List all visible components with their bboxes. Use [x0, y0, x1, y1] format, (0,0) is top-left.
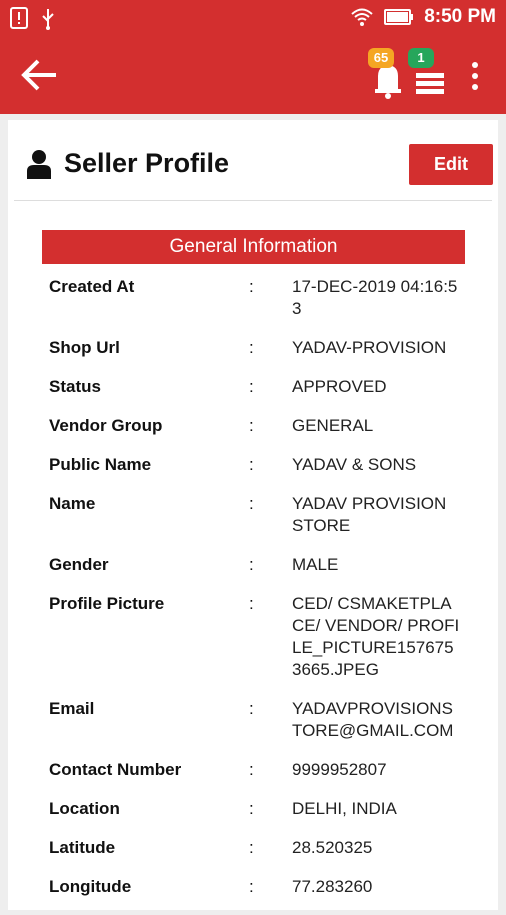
info-value: CED/ CSMAKETPLACE/ VENDOR/ PROFILE_PICTU…: [292, 594, 460, 679]
info-label: Contact Number: [49, 760, 182, 779]
wifi-icon: [351, 8, 373, 26]
info-label: Longitude: [49, 877, 132, 896]
info-label: Gender: [49, 555, 109, 574]
section-title: General Information: [42, 230, 465, 264]
info-label: Created At: [49, 277, 135, 296]
info-value: 9999952807: [292, 760, 387, 779]
info-row: Public Name: YADAV & SONS: [49, 454, 469, 476]
edit-button[interactable]: Edit: [409, 144, 493, 185]
info-separator: :: [249, 799, 254, 818]
info-label: Vendor Group: [49, 416, 163, 435]
info-value: YADAVPROVISIONSTORE@GMAIL.COM: [292, 699, 454, 740]
info-row: Created At: 17-DEC-2019 04:16:53: [49, 276, 469, 320]
info-list: Created At: 17-DEC-2019 04:16:53 Shop Url:…: [49, 276, 469, 915]
info-label: Latitude: [49, 838, 116, 857]
info-row: Latitude: 28.520325: [49, 837, 469, 859]
status-time: 8:50 PM: [424, 6, 496, 27]
info-row: Gender: MALE: [49, 554, 469, 576]
info-row: Status: APPROVED: [49, 376, 469, 398]
info-row: Shop Url: YADAV-PROVISION: [49, 337, 469, 359]
info-row: Email: YADAVPROVISIONSTORE@GMAIL.COM: [49, 698, 469, 742]
info-separator: :: [249, 838, 254, 857]
info-value: 77.283260: [292, 877, 373, 896]
info-value: YADAV PROVISION STORE: [292, 494, 447, 535]
list-icon[interactable]: [414, 68, 446, 98]
info-separator: :: [249, 760, 254, 779]
info-label: Name: [49, 494, 96, 513]
more-vertical-icon[interactable]: [464, 60, 486, 92]
profile-card: Seller Profile Edit General Information …: [8, 120, 498, 910]
info-separator: :: [249, 277, 254, 296]
info-row: Name: YADAV PROVISION STORE: [49, 493, 469, 537]
info-value: DELHI, INDIA: [292, 799, 397, 818]
info-separator: :: [249, 555, 254, 574]
info-row: Location: DELHI, INDIA: [49, 798, 469, 820]
info-separator: :: [249, 416, 254, 435]
info-label: Profile Picture: [49, 594, 165, 613]
info-separator: :: [249, 877, 254, 896]
info-label: Email: [49, 699, 95, 718]
notification-count-badge: 65: [368, 48, 394, 68]
info-label: Location: [49, 799, 120, 818]
info-label: Status: [49, 377, 101, 396]
info-value: 17-DEC-2019 04:16:53: [292, 277, 458, 318]
info-value: YADAV & SONS: [292, 455, 417, 474]
page-title: Seller Profile: [64, 148, 230, 178]
list-count-badge: 1: [408, 48, 434, 68]
info-separator: :: [249, 699, 254, 718]
info-separator: :: [249, 455, 254, 474]
divider: [14, 200, 492, 201]
info-separator: :: [249, 338, 254, 357]
info-value: GENERAL: [292, 416, 374, 435]
alert-icon: [10, 7, 28, 29]
battery-icon: [384, 9, 414, 25]
info-row: Longitude: 77.283260: [49, 876, 469, 898]
back-arrow-icon[interactable]: [20, 58, 60, 92]
info-label: Shop Url: [49, 338, 120, 357]
info-value: 28.520325: [292, 838, 373, 857]
status-bar: 8:50 PM: [0, 0, 506, 36]
info-row: Profile Picture: CED/ CSMAKETPLACE/ VENDO…: [49, 593, 469, 681]
info-label: Public Name: [49, 455, 152, 474]
profile-header: Seller Profile Edit: [8, 120, 498, 200]
app-bar: 65 1: [0, 36, 506, 114]
info-separator: :: [249, 494, 254, 513]
usb-icon: [42, 9, 54, 30]
info-value: YADAV-PROVISION: [292, 338, 447, 357]
info-row: Contact Number: 9999952807: [49, 759, 469, 781]
info-separator: :: [249, 377, 254, 396]
info-value: MALE: [292, 555, 339, 574]
info-separator: :: [249, 594, 254, 613]
person-icon: [27, 150, 51, 179]
info-row: Vendor Group: GENERAL: [49, 415, 469, 437]
info-value: APPROVED: [292, 377, 387, 396]
